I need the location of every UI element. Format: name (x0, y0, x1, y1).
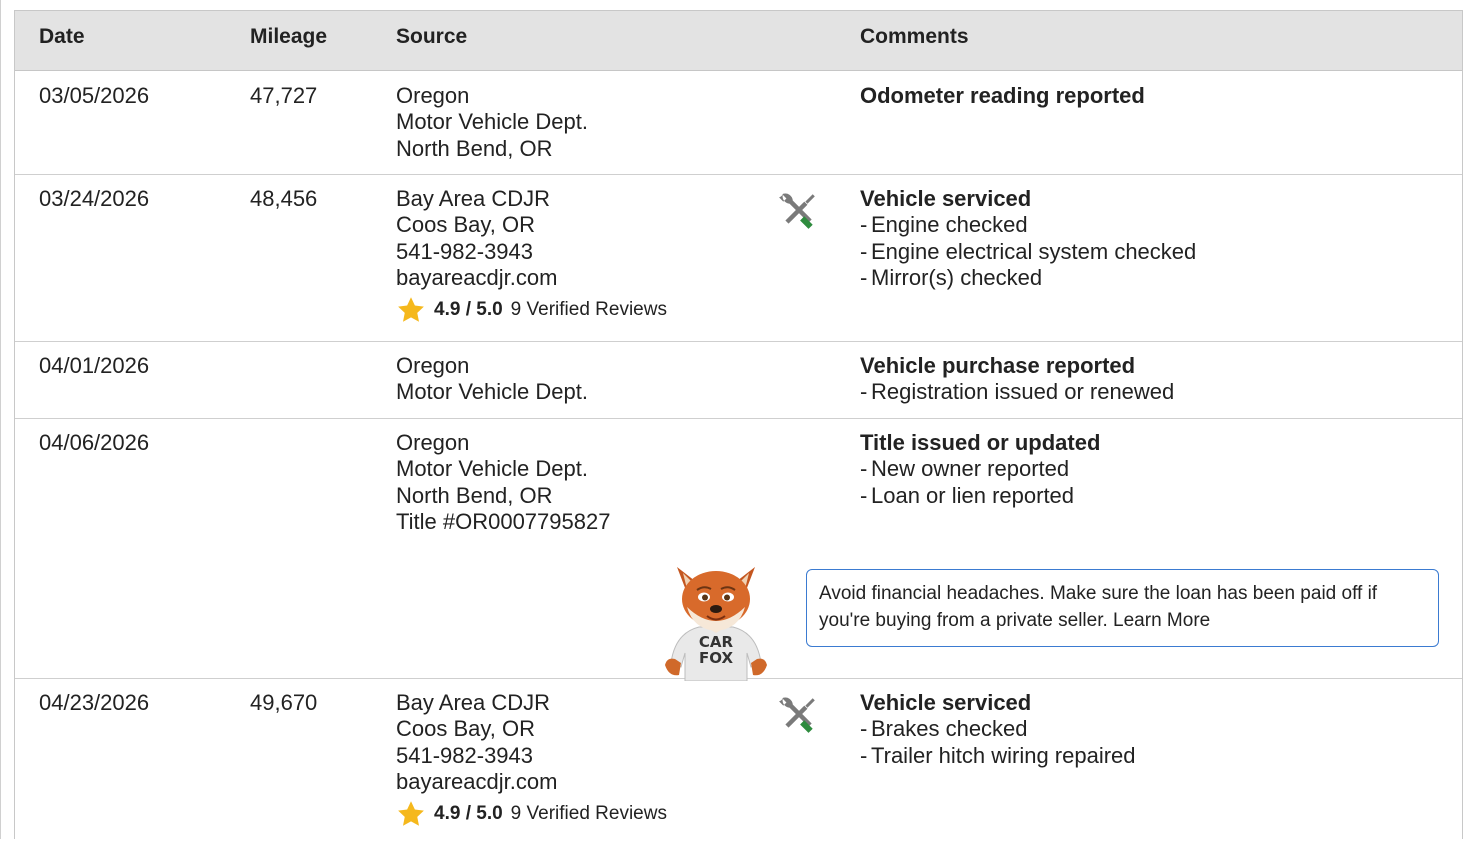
comment-item: - Loan or lien reported (860, 482, 1075, 508)
row-mileage: 48,456 (250, 186, 318, 211)
comment-item: - Engine electrical system checked (860, 238, 1197, 264)
row-source: Oregon Motor Vehicle Dept. North Bend, O… (396, 83, 588, 162)
dealer-website-link[interactable]: bayareacdjr.com (396, 265, 667, 291)
rating-score: 4.9 / 5.0 (434, 299, 503, 321)
row-mileage: 47,727 (250, 83, 318, 108)
row-source: Oregon Motor Vehicle Dept. North Bend, O… (396, 430, 610, 535)
source-line: North Bend, OR (396, 482, 553, 508)
row-date: 04/01/2026 (39, 353, 150, 378)
comment-title: Odometer reading reported (860, 83, 1145, 108)
mascot-shirt-text-bottom: FOX (699, 649, 733, 667)
dealer-name: Bay Area CDJR (396, 186, 551, 211)
callout-text: Avoid financial headaches. Make sure the… (819, 583, 1378, 631)
star-icon (398, 801, 424, 826)
table-row: 03/24/2026 48,456 Bay Area CDJR Coos Bay… (15, 175, 1462, 342)
source-line: Motor Vehicle Dept. (396, 379, 588, 405)
dealer-rating[interactable]: 4.9 / 5.0 9 Verified Reviews (396, 799, 667, 829)
row-source: Oregon Motor Vehicle Dept. (396, 353, 588, 406)
comment-item: - Engine checked (860, 212, 1028, 238)
comment-title: Title issued or updated (860, 430, 1101, 455)
dealer-location: Coos Bay, OR (396, 212, 535, 238)
source-line: Oregon (396, 353, 470, 378)
carfox-mascot-icon: CAR FOX (665, 567, 767, 681)
service-tools-icon (779, 193, 815, 229)
table-row: 04/01/2026 Oregon Motor Vehicle Dept. Ve… (15, 342, 1462, 419)
source-line: Motor Vehicle Dept. (396, 456, 588, 482)
service-tools-icon (779, 697, 815, 733)
dealer-rating[interactable]: 4.9 / 5.0 9 Verified Reviews (396, 295, 667, 325)
comment-item: - Registration issued or renewed (860, 379, 1175, 405)
dealer-name: Bay Area CDJR (396, 690, 551, 715)
comment-item: - New owner reported (860, 456, 1070, 482)
dealer-location: Coos Bay, OR (396, 716, 535, 742)
row-comments: Title issued or updated - New owner repor… (860, 430, 1100, 509)
comment-item: - Brakes checked (860, 716, 1028, 742)
source-line: Oregon (396, 430, 470, 455)
comment-title: Vehicle serviced (860, 186, 1032, 211)
dealer-website-link[interactable]: bayareacdjr.com (396, 769, 667, 795)
comment-item: - Trailer hitch wiring repaired (860, 742, 1136, 768)
row-date: 04/06/2026 (39, 430, 150, 455)
row-source: Bay Area CDJR Coos Bay, OR 541-982-3943 … (396, 186, 667, 325)
comment-title: Vehicle purchase reported (860, 353, 1136, 378)
history-table: Date Mileage Source Comments 03/05/2026 … (14, 10, 1463, 839)
rating-score: 4.9 / 5.0 (434, 803, 503, 825)
header-date: Date (39, 25, 85, 48)
table-header: Date Mileage Source Comments (15, 11, 1462, 71)
comment-item: - Mirror(s) checked (860, 264, 1043, 290)
dealer-phone[interactable]: 541-982-3943 (396, 239, 667, 265)
page-left-border (0, 0, 1, 839)
row-comments: Vehicle purchase reported - Registration … (860, 353, 1174, 406)
row-date: 03/05/2026 (39, 83, 150, 108)
loan-advice-callout[interactable]: Avoid financial headaches. Make sure the… (806, 569, 1439, 647)
row-source: Bay Area CDJR Coos Bay, OR 541-982-3943 … (396, 690, 667, 829)
header-comments: Comments (860, 25, 969, 48)
source-line: North Bend, OR (396, 135, 553, 161)
row-mileage: 49,670 (250, 690, 318, 715)
dealer-phone[interactable]: 541-982-3943 (396, 743, 667, 769)
row-date: 04/23/2026 (39, 690, 150, 715)
rating-reviews-link[interactable]: 9 Verified Reviews (511, 801, 667, 827)
table-row: 04/23/2026 49,670 Bay Area CDJR Coos Bay… (15, 679, 1462, 849)
row-comments: Vehicle serviced - Engine checked - Engine… (860, 186, 1196, 291)
row-comments: Odometer reading reported (860, 83, 1145, 109)
source-line: Oregon (396, 83, 470, 108)
source-line: Title #OR0007795827 (396, 508, 611, 534)
table-row: 03/05/2026 47,727 Oregon Motor Vehicle D… (15, 71, 1462, 175)
row-date: 03/24/2026 (39, 186, 150, 211)
header-source: Source (396, 25, 468, 48)
row-comments: Vehicle serviced - Brakes checked - Traile… (860, 690, 1136, 769)
rating-reviews-link[interactable]: 9 Verified Reviews (511, 297, 667, 323)
comment-title: Vehicle serviced (860, 690, 1032, 715)
source-line: Motor Vehicle Dept. (396, 109, 588, 135)
header-mileage: Mileage (250, 25, 328, 48)
star-icon (398, 297, 424, 322)
